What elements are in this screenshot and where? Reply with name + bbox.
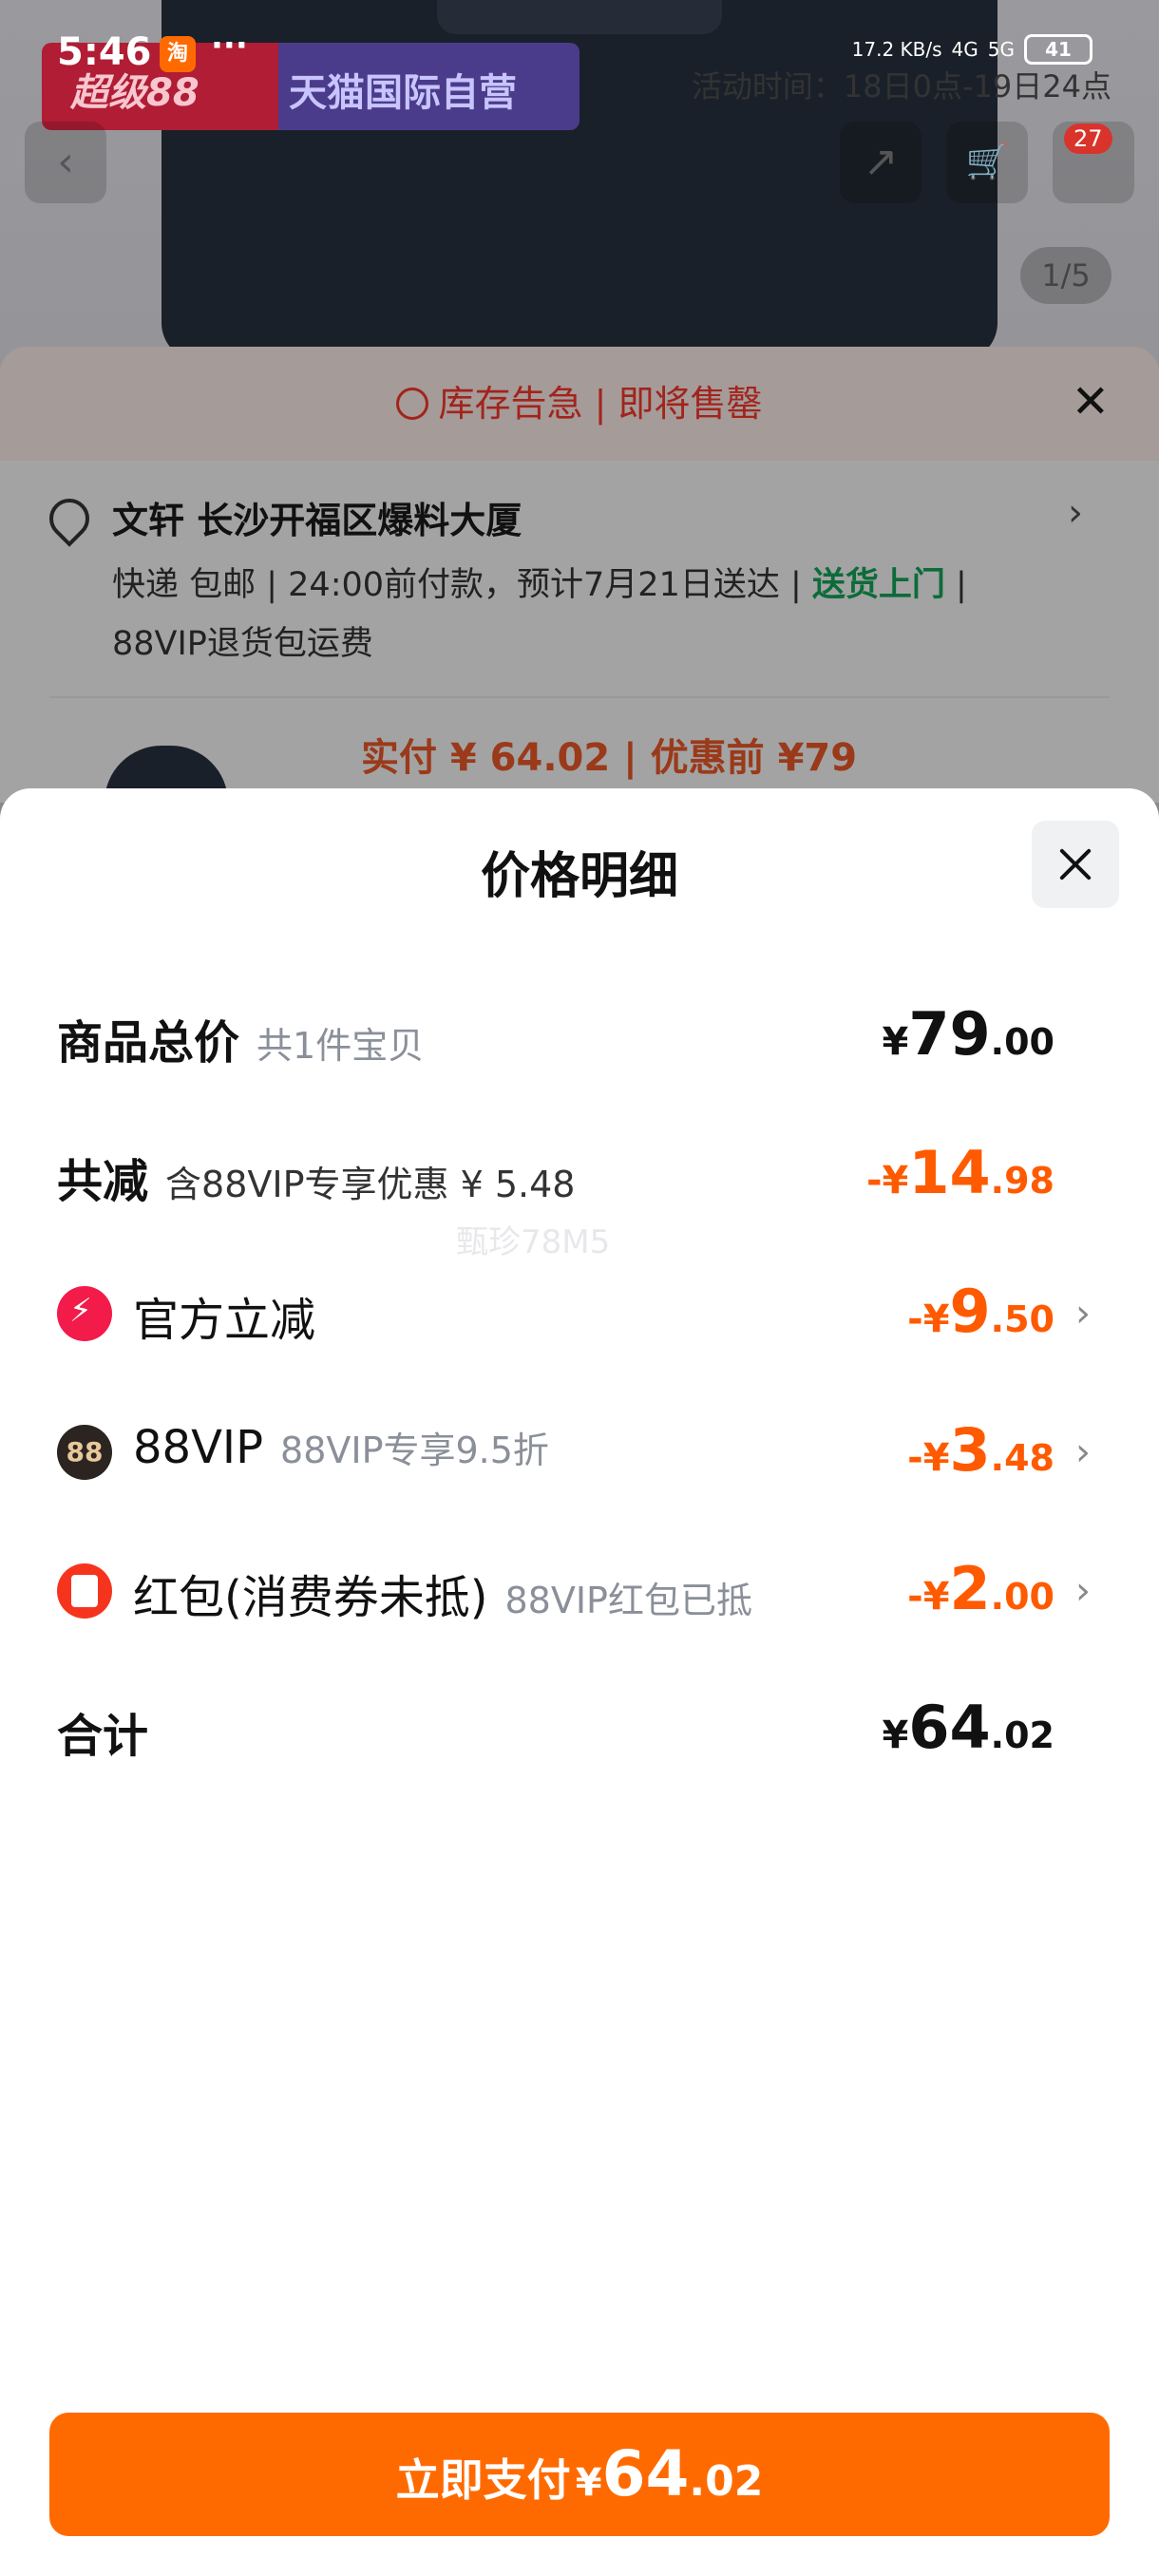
row-amount: -¥9.50	[907, 1277, 1054, 1346]
network-speed: 17.2 KB/s	[851, 38, 942, 61]
row-official-discount[interactable]: 官方立减 -¥9.50 ›	[0, 1263, 1159, 1358]
row-label: 官方立减	[133, 1294, 316, 1347]
row-88vip[interactable]: 88 88VIP 88VIP专享9.5折 -¥3.48 ›	[0, 1402, 1159, 1497]
row-grand-total: 合计 ¥64.02	[0, 1679, 1159, 1774]
close-icon[interactable]: ✕	[1072, 375, 1110, 428]
network-5g-icon: 5G	[987, 38, 1015, 61]
stock-alert-text-a: 库存告急	[438, 383, 583, 425]
more-notifications-icon: ···	[211, 27, 248, 65]
row-total-price: 商品总价 共1件宝贝 ¥79.00	[0, 986, 1159, 1081]
row-label: 红包(消费券未抵) 88VIP红包已抵	[133, 1571, 752, 1624]
row-label: 商品总价 共1件宝贝	[57, 1016, 425, 1070]
row-amount: -¥14.98	[865, 1138, 1054, 1207]
divider	[49, 696, 1110, 698]
row-total-discount: 共减 含88VIP专享优惠 ¥ 5.48 -¥14.98	[0, 1125, 1159, 1220]
stock-alert-text-b: 即将售罄	[618, 383, 763, 425]
image-page-indicator: 1/5	[1020, 247, 1112, 304]
stock-alert-separator: |	[594, 383, 607, 425]
pay-button-decimal: .02	[689, 2457, 764, 2506]
cart-count-badge: 27	[1064, 123, 1112, 154]
row-sub: 88VIP专享9.5折	[280, 1430, 549, 1471]
delivery-info: 快递 包邮 | 24:00前付款，预计7月21日送达 | 送货上门 |	[112, 558, 967, 606]
watermark: 甄珍78M5	[456, 1223, 611, 1261]
close-button[interactable]	[1032, 821, 1119, 908]
network-4g-icon: 4G	[951, 38, 978, 61]
status-right: 17.2 KB/s 4G 5G 41	[852, 34, 1092, 65]
row-label: 88VIP 88VIP专享9.5折	[133, 1421, 549, 1474]
battery-icon: 41	[1024, 34, 1092, 65]
address-name[interactable]: 文轩 长沙开福区爆料大厦	[112, 491, 522, 543]
vip-return-shipping: 88VIP退货包运费	[112, 625, 373, 663]
red-packet-icon	[57, 1563, 112, 1619]
pay-button-currency: ¥	[575, 2461, 602, 2505]
vip-88-icon: 88	[57, 1425, 112, 1480]
taobao-notification-icon: 淘	[160, 36, 196, 72]
share-button[interactable]: ↗	[840, 122, 922, 203]
delivery-tail: |	[944, 566, 967, 604]
delivery-text: 快递 包邮 | 24:00前付款，预计7月21日送达 |	[112, 566, 812, 604]
price-preview: 实付 ¥ 64.02 | 优惠前 ¥79	[361, 736, 858, 780]
delivery-doorstep: 送货上门	[811, 566, 945, 604]
order-sheet: 库存告急 | 即将售罄 ✕ 文轩 长沙开福区爆料大厦 › 快递 包邮 | 24:…	[0, 347, 1159, 822]
page-title: 价格明细	[480, 848, 678, 905]
price-detail-sheet: 价格明细 甄珍78M5 商品总价 共1件宝贝 ¥79.00 共减 含88VIP专享优…	[0, 788, 1159, 2576]
cart-button[interactable]: 🛒	[946, 122, 1028, 203]
pay-now-button[interactable]: 立即支付 ¥64.02	[49, 2413, 1110, 2536]
pay-button-label: 立即支付	[395, 2454, 571, 2506]
chevron-right-icon[interactable]: ›	[1075, 1430, 1091, 1474]
row-amount: -¥3.48	[907, 1415, 1054, 1485]
chevron-right-icon[interactable]: ›	[1075, 1292, 1091, 1335]
row-amount: ¥79.00	[882, 999, 1054, 1069]
row-amount: -¥2.00	[907, 1554, 1054, 1623]
status-time: 5:46	[57, 30, 152, 74]
row-red-packet[interactable]: 红包(消费券未抵) 88VIP红包已抵 -¥2.00 ›	[0, 1541, 1159, 1636]
chevron-right-icon[interactable]: ›	[1075, 1569, 1091, 1613]
row-sub: 88VIP红包已抵	[504, 1580, 752, 1621]
flash-icon	[57, 1286, 112, 1341]
flash-alert-icon	[396, 388, 429, 420]
row-amount: ¥64.02	[882, 1693, 1054, 1762]
row-label: 合计	[57, 1710, 149, 1763]
pay-button-amount: 64	[601, 2437, 690, 2510]
row-label: 共减 含88VIP专享优惠 ¥ 5.48	[57, 1155, 576, 1208]
row-sub: 共1件宝贝	[256, 1025, 425, 1067]
status-bar: 5:46 淘 ··· 17.2 KB/s 4G 5G 41	[0, 0, 1159, 95]
stock-alert-banner: 库存告急 | 即将售罄	[0, 347, 1159, 461]
location-pin-icon	[41, 490, 98, 547]
chevron-right-icon[interactable]: ›	[1068, 491, 1083, 535]
row-sub: 含88VIP专享优惠 ¥ 5.48	[165, 1164, 576, 1205]
back-button[interactable]: ‹	[25, 122, 106, 203]
